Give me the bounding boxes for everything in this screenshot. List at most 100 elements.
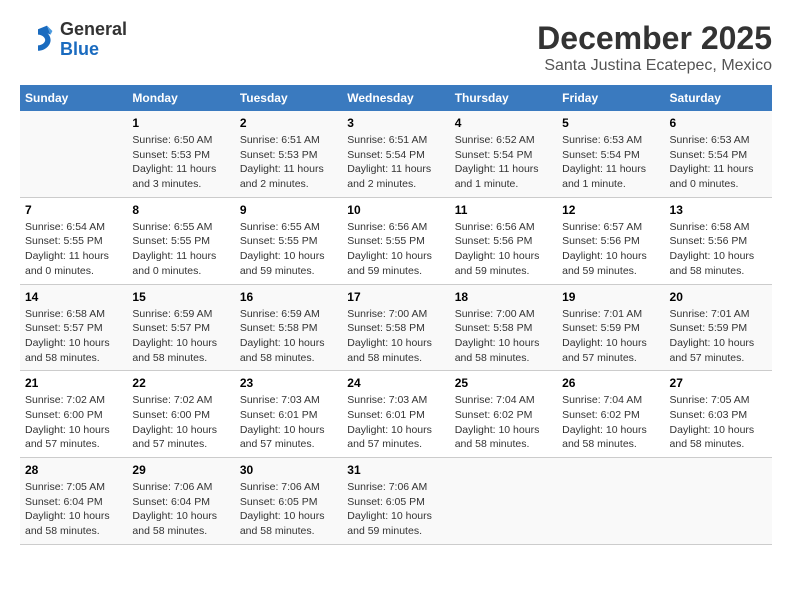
day-number: 5 <box>562 116 659 130</box>
calendar-body: 1 Sunrise: 6:50 AMSunset: 5:53 PMDayligh… <box>20 111 772 544</box>
calendar-cell: 30 Sunrise: 7:06 AMSunset: 6:05 PMDaylig… <box>235 458 342 545</box>
calendar-cell: 3 Sunrise: 6:51 AMSunset: 5:54 PMDayligh… <box>342 111 449 197</box>
logo-text: General Blue <box>60 20 127 60</box>
day-number: 9 <box>240 203 337 217</box>
page-header: General Blue December 2025 Santa Justina… <box>20 20 772 75</box>
calendar-cell: 22 Sunrise: 7:02 AMSunset: 6:00 PMDaylig… <box>127 371 234 458</box>
calendar-week-3: 14 Sunrise: 6:58 AMSunset: 5:57 PMDaylig… <box>20 284 772 371</box>
day-number: 18 <box>455 290 552 304</box>
calendar-cell: 13 Sunrise: 6:58 AMSunset: 5:56 PMDaylig… <box>665 197 772 284</box>
header-saturday: Saturday <box>665 85 772 111</box>
logo-general: General <box>60 20 127 40</box>
day-info: Sunrise: 6:51 AMSunset: 5:53 PMDaylight:… <box>240 133 337 192</box>
day-number: 1 <box>132 116 229 130</box>
calendar-week-1: 1 Sunrise: 6:50 AMSunset: 5:53 PMDayligh… <box>20 111 772 197</box>
calendar-cell: 21 Sunrise: 7:02 AMSunset: 6:00 PMDaylig… <box>20 371 127 458</box>
header-tuesday: Tuesday <box>235 85 342 111</box>
day-number: 31 <box>347 463 444 477</box>
day-number: 20 <box>670 290 767 304</box>
calendar-cell: 12 Sunrise: 6:57 AMSunset: 5:56 PMDaylig… <box>557 197 664 284</box>
day-info: Sunrise: 6:53 AMSunset: 5:54 PMDaylight:… <box>562 133 659 192</box>
day-info: Sunrise: 6:55 AMSunset: 5:55 PMDaylight:… <box>240 220 337 279</box>
day-number: 22 <box>132 376 229 390</box>
day-info: Sunrise: 7:05 AMSunset: 6:04 PMDaylight:… <box>25 480 122 539</box>
day-number: 21 <box>25 376 122 390</box>
header-wednesday: Wednesday <box>342 85 449 111</box>
calendar-cell: 26 Sunrise: 7:04 AMSunset: 6:02 PMDaylig… <box>557 371 664 458</box>
calendar-cell: 9 Sunrise: 6:55 AMSunset: 5:55 PMDayligh… <box>235 197 342 284</box>
day-info: Sunrise: 7:01 AMSunset: 5:59 PMDaylight:… <box>670 307 767 366</box>
calendar-week-2: 7 Sunrise: 6:54 AMSunset: 5:55 PMDayligh… <box>20 197 772 284</box>
day-info: Sunrise: 6:58 AMSunset: 5:56 PMDaylight:… <box>670 220 767 279</box>
subtitle: Santa Justina Ecatepec, Mexico <box>537 57 772 75</box>
day-info: Sunrise: 7:05 AMSunset: 6:03 PMDaylight:… <box>670 393 767 452</box>
header-row: Sunday Monday Tuesday Wednesday Thursday… <box>20 85 772 111</box>
calendar-cell <box>450 458 557 545</box>
day-info: Sunrise: 7:02 AMSunset: 6:00 PMDaylight:… <box>25 393 122 452</box>
calendar-cell: 5 Sunrise: 6:53 AMSunset: 5:54 PMDayligh… <box>557 111 664 197</box>
day-number: 17 <box>347 290 444 304</box>
day-info: Sunrise: 6:51 AMSunset: 5:54 PMDaylight:… <box>347 133 444 192</box>
day-info: Sunrise: 6:58 AMSunset: 5:57 PMDaylight:… <box>25 307 122 366</box>
logo-icon <box>20 22 56 58</box>
calendar-cell: 1 Sunrise: 6:50 AMSunset: 5:53 PMDayligh… <box>127 111 234 197</box>
day-number: 6 <box>670 116 767 130</box>
calendar-cell: 2 Sunrise: 6:51 AMSunset: 5:53 PMDayligh… <box>235 111 342 197</box>
day-number: 13 <box>670 203 767 217</box>
day-number: 29 <box>132 463 229 477</box>
calendar-cell <box>20 111 127 197</box>
calendar-cell: 15 Sunrise: 6:59 AMSunset: 5:57 PMDaylig… <box>127 284 234 371</box>
day-info: Sunrise: 7:00 AMSunset: 5:58 PMDaylight:… <box>347 307 444 366</box>
calendar-cell: 29 Sunrise: 7:06 AMSunset: 6:04 PMDaylig… <box>127 458 234 545</box>
calendar-cell: 25 Sunrise: 7:04 AMSunset: 6:02 PMDaylig… <box>450 371 557 458</box>
day-info: Sunrise: 7:03 AMSunset: 6:01 PMDaylight:… <box>347 393 444 452</box>
calendar-cell: 28 Sunrise: 7:05 AMSunset: 6:04 PMDaylig… <box>20 458 127 545</box>
day-info: Sunrise: 6:56 AMSunset: 5:55 PMDaylight:… <box>347 220 444 279</box>
calendar-header: Sunday Monday Tuesday Wednesday Thursday… <box>20 85 772 111</box>
day-info: Sunrise: 7:02 AMSunset: 6:00 PMDaylight:… <box>132 393 229 452</box>
day-info: Sunrise: 7:06 AMSunset: 6:05 PMDaylight:… <box>240 480 337 539</box>
header-thursday: Thursday <box>450 85 557 111</box>
calendar-cell: 23 Sunrise: 7:03 AMSunset: 6:01 PMDaylig… <box>235 371 342 458</box>
calendar-cell: 19 Sunrise: 7:01 AMSunset: 5:59 PMDaylig… <box>557 284 664 371</box>
calendar-cell: 17 Sunrise: 7:00 AMSunset: 5:58 PMDaylig… <box>342 284 449 371</box>
calendar-cell: 10 Sunrise: 6:56 AMSunset: 5:55 PMDaylig… <box>342 197 449 284</box>
day-number: 14 <box>25 290 122 304</box>
day-number: 11 <box>455 203 552 217</box>
calendar-week-5: 28 Sunrise: 7:05 AMSunset: 6:04 PMDaylig… <box>20 458 772 545</box>
day-info: Sunrise: 6:59 AMSunset: 5:57 PMDaylight:… <box>132 307 229 366</box>
day-info: Sunrise: 7:04 AMSunset: 6:02 PMDaylight:… <box>562 393 659 452</box>
logo-blue: Blue <box>60 40 127 60</box>
day-number: 16 <box>240 290 337 304</box>
calendar-cell <box>665 458 772 545</box>
calendar-cell <box>557 458 664 545</box>
calendar-week-4: 21 Sunrise: 7:02 AMSunset: 6:00 PMDaylig… <box>20 371 772 458</box>
day-info: Sunrise: 6:55 AMSunset: 5:55 PMDaylight:… <box>132 220 229 279</box>
day-info: Sunrise: 6:52 AMSunset: 5:54 PMDaylight:… <box>455 133 552 192</box>
calendar-cell: 8 Sunrise: 6:55 AMSunset: 5:55 PMDayligh… <box>127 197 234 284</box>
day-number: 28 <box>25 463 122 477</box>
day-info: Sunrise: 6:57 AMSunset: 5:56 PMDaylight:… <box>562 220 659 279</box>
day-info: Sunrise: 7:04 AMSunset: 6:02 PMDaylight:… <box>455 393 552 452</box>
header-monday: Monday <box>127 85 234 111</box>
calendar-cell: 24 Sunrise: 7:03 AMSunset: 6:01 PMDaylig… <box>342 371 449 458</box>
day-number: 2 <box>240 116 337 130</box>
day-info: Sunrise: 6:53 AMSunset: 5:54 PMDaylight:… <box>670 133 767 192</box>
calendar-cell: 18 Sunrise: 7:00 AMSunset: 5:58 PMDaylig… <box>450 284 557 371</box>
calendar-cell: 31 Sunrise: 7:06 AMSunset: 6:05 PMDaylig… <box>342 458 449 545</box>
calendar-cell: 16 Sunrise: 6:59 AMSunset: 5:58 PMDaylig… <box>235 284 342 371</box>
day-info: Sunrise: 6:59 AMSunset: 5:58 PMDaylight:… <box>240 307 337 366</box>
main-title: December 2025 <box>537 20 772 57</box>
day-number: 27 <box>670 376 767 390</box>
day-number: 19 <box>562 290 659 304</box>
calendar-cell: 6 Sunrise: 6:53 AMSunset: 5:54 PMDayligh… <box>665 111 772 197</box>
day-info: Sunrise: 7:00 AMSunset: 5:58 PMDaylight:… <box>455 307 552 366</box>
header-friday: Friday <box>557 85 664 111</box>
day-info: Sunrise: 6:56 AMSunset: 5:56 PMDaylight:… <box>455 220 552 279</box>
day-number: 8 <box>132 203 229 217</box>
day-info: Sunrise: 7:06 AMSunset: 6:05 PMDaylight:… <box>347 480 444 539</box>
calendar-cell: 20 Sunrise: 7:01 AMSunset: 5:59 PMDaylig… <box>665 284 772 371</box>
calendar-table: Sunday Monday Tuesday Wednesday Thursday… <box>20 85 772 545</box>
day-number: 12 <box>562 203 659 217</box>
day-info: Sunrise: 7:01 AMSunset: 5:59 PMDaylight:… <box>562 307 659 366</box>
